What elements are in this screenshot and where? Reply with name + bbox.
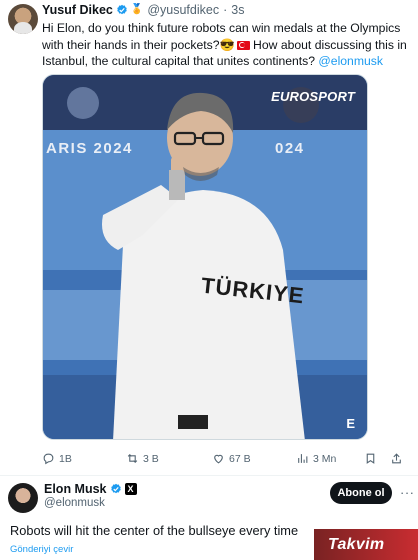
medal-icon: 🏅 [130,4,144,15]
more-options-icon[interactable]: ··· [400,485,415,500]
background-text-left: ARIS 2024 [46,140,133,157]
author-name-row: Elon Musk X [44,482,137,496]
tweet-text: Robots will hit the center of the bullse… [10,523,299,538]
reply-count: 1B [59,452,72,465]
heart-icon [214,454,223,464]
avatar[interactable] [8,483,38,513]
shooter-image [43,75,367,439]
reply-action[interactable]: 1B [42,452,72,465]
views-count: 3 Mn [313,452,337,465]
like-action[interactable]: 67 B [212,452,251,465]
corner-logo: E [346,416,355,431]
handle[interactable]: @elonmusk [44,497,105,509]
bookmark-icon [366,453,375,464]
like-count: 67 B [229,452,251,465]
verified-badge-icon [117,4,127,15]
handle[interactable]: @yusufdikec [147,3,219,17]
tweet-header: Yusuf Dikec 🏅 @yusufdikec · 3s [42,3,244,17]
author-name[interactable]: Elon Musk [44,482,107,496]
follow-button[interactable]: Abone ol [330,482,392,504]
logo-text: Takvim [328,536,385,553]
views-chart-icon [298,454,308,463]
bookmark-action[interactable] [364,452,377,465]
retweet-action[interactable]: 3 B [126,452,159,465]
tweet-actions: 1B 3 B 67 B 3 Mn [42,452,414,468]
verified-badge-icon [110,483,121,494]
tweet-media-video[interactable]: EUROSPORT ARIS 2024 024 TÜRKIYE E [42,74,368,440]
background-text-right: 024 [275,140,305,157]
mention-link[interactable]: @elonmusk [318,54,383,68]
timestamp[interactable]: 3s [231,3,244,17]
avatar[interactable] [8,4,38,34]
tweet-yusuf-dikec[interactable]: Yusuf Dikec 🏅 @yusufdikec · 3s Hi Elon, … [0,0,418,475]
x-logo-icon: X [124,483,137,495]
turkey-flag-icon [236,40,250,50]
takvim-logo: Takvim [314,529,418,560]
views-action[interactable]: 3 Mn [296,452,336,465]
retweet-icon [127,453,138,464]
translate-link[interactable]: Gönderiyi çevir [10,544,73,555]
share-action[interactable] [390,452,403,465]
eurosport-watermark: EUROSPORT [271,89,355,104]
reply-icon [43,453,54,465]
tweet-text: Hi Elon, do you think future robots can … [42,20,414,70]
retweet-count: 3 B [143,452,159,465]
author-name[interactable]: Yusuf Dikec [42,3,113,17]
separator: · [223,3,228,17]
share-icon [392,453,401,464]
